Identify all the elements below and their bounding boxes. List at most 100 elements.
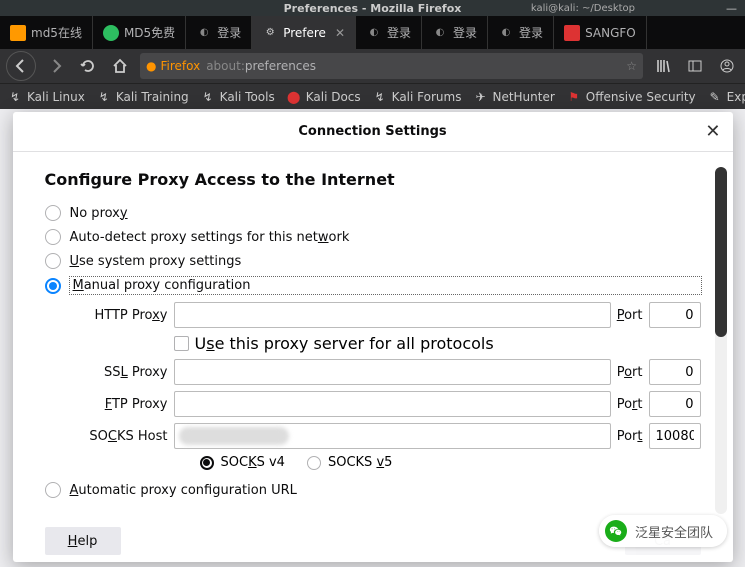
url-text: about:preferences [206, 59, 620, 73]
dragon-icon: ↯ [8, 90, 22, 104]
offsec-icon: ⚑ [567, 90, 581, 104]
favicon-icon: ◐ [432, 25, 448, 41]
favicon-icon [103, 25, 119, 41]
tab-2[interactable]: ◐ 登录 [186, 16, 252, 49]
reload-button[interactable] [76, 54, 100, 78]
gear-icon: ⚙ [262, 25, 278, 41]
bookmark-item[interactable]: ↯Kali Tools [201, 90, 275, 104]
favicon-icon [564, 25, 580, 41]
socks-host-input[interactable] [174, 423, 611, 449]
bookmark-item[interactable]: ↯Kali Training [97, 90, 189, 104]
watermark-text: 泛星安全团队 [635, 522, 713, 541]
favicon-icon: ◐ [498, 25, 514, 41]
wechat-icon [605, 520, 627, 542]
tab-3-active[interactable]: ⚙ Prefere ✕ [252, 16, 356, 49]
tab-0[interactable]: md5在线 [0, 16, 93, 49]
back-button[interactable] [6, 51, 36, 81]
close-icon[interactable]: ✕ [335, 26, 345, 40]
radio-icon[interactable] [200, 456, 214, 470]
profile-icon[interactable] [715, 54, 739, 78]
tab-strip: md5在线 MD5免费 ◐ 登录 ⚙ Prefere ✕ ◐ 登录 ◐ 登录 ◐ 登录 SA… [0, 16, 745, 49]
ssl-proxy-input[interactable] [174, 359, 611, 385]
minimize-icon[interactable]: — [726, 2, 737, 15]
url-bar[interactable]: ● Firefox about:preferences ☆ [140, 53, 643, 79]
connection-settings-dialog: Connection Settings ✕ Configure Proxy Ac… [13, 112, 733, 562]
bookmark-item[interactable]: ⬤Kali Docs [287, 90, 361, 104]
tab-label: 登录 [519, 24, 543, 41]
tab-label: MD5免费 [124, 24, 175, 41]
close-icon[interactable]: ✕ [705, 121, 720, 142]
radio-icon [45, 253, 61, 269]
socks-v5-label: SOCKS v5 [328, 455, 392, 470]
ssl-proxy-label: SSL Proxy [70, 365, 168, 380]
bookmark-star-icon[interactable]: ☆ [626, 59, 637, 73]
kali-icon: ⬤ [287, 90, 301, 104]
scroll-thumb[interactable] [715, 167, 727, 337]
http-proxy-input[interactable] [174, 302, 611, 328]
ftp-proxy-input[interactable] [174, 391, 611, 417]
http-proxy-label: HTTP Proxy [70, 308, 168, 323]
radio-icon [45, 205, 61, 221]
dragon-icon: ↯ [97, 90, 111, 104]
favicon-icon [10, 25, 26, 41]
socks-port-input[interactable] [649, 423, 701, 449]
dialog-heading: Configure Proxy Access to the Internet [45, 170, 701, 189]
tab-label: SANGFO [585, 26, 636, 40]
tab-6[interactable]: ◐ 登录 [488, 16, 554, 49]
dialog-title: Connection Settings [298, 124, 446, 139]
bookmark-item[interactable]: ⚑Offensive Security [567, 90, 696, 104]
dragon-icon: ↯ [201, 90, 215, 104]
radio-icon [45, 278, 61, 294]
http-port-input[interactable] [649, 302, 701, 328]
tab-label: Prefere [283, 26, 326, 40]
radio-system-proxy[interactable]: Use system proxy settings [45, 249, 701, 273]
tab-4[interactable]: ◐ 登录 [356, 16, 422, 49]
exploitdb-icon: ✎ [708, 90, 722, 104]
favicon-icon: ◐ [366, 25, 382, 41]
ftp-proxy-label: FTP Proxy [70, 397, 168, 412]
redacted-value [179, 427, 289, 445]
watermark-badge: 泛星安全团队 [599, 515, 727, 547]
firefox-icon: ● [146, 59, 156, 73]
socks-port-label: Port [617, 429, 643, 444]
tab-label: 登录 [453, 24, 477, 41]
bookmark-item[interactable]: ↯Kali Forums [373, 90, 462, 104]
use-for-all-checkbox[interactable] [174, 336, 189, 351]
radio-icon [45, 229, 61, 245]
radio-icon[interactable] [307, 456, 321, 470]
radio-auto-config-url[interactable]: Automatic proxy configuration URL [45, 478, 701, 502]
tab-1[interactable]: MD5免费 [93, 16, 186, 49]
tab-5[interactable]: ◐ 登录 [422, 16, 488, 49]
radio-manual-proxy[interactable]: Manual proxy configuration [45, 273, 701, 298]
bookmark-item[interactable]: ✎Exploit-DB [708, 90, 745, 104]
identity-label: Firefox [160, 59, 200, 73]
identity-box[interactable]: ● Firefox [146, 59, 200, 73]
use-for-all-label: Use this proxy server for all protocols [195, 334, 494, 353]
tab-7[interactable]: SANGFO [554, 16, 647, 49]
ssl-port-label: Port [617, 365, 643, 380]
bookmark-item[interactable]: ✈NetHunter [473, 90, 554, 104]
sidebar-icon[interactable] [683, 54, 707, 78]
nav-toolbar: ● Firefox about:preferences ☆ [0, 49, 745, 83]
scrollbar[interactable] [715, 167, 727, 514]
socks-v4-label: SOCKS v4 [221, 455, 285, 470]
terminal-hint: kali@kali: ~/Desktop [531, 3, 635, 14]
home-button[interactable] [108, 54, 132, 78]
radio-icon [45, 482, 61, 498]
ssl-port-input[interactable] [649, 359, 701, 385]
socks-host-label: SOCKS Host [70, 429, 168, 444]
help-button[interactable]: Help [45, 527, 121, 555]
dragon-icon: ↯ [373, 90, 387, 104]
tab-label: 登录 [387, 24, 411, 41]
radio-auto-detect[interactable]: Auto-detect proxy settings for this netw… [45, 225, 701, 249]
bookmarks-toolbar: ↯Kali Linux ↯Kali Training ↯Kali Tools ⬤… [0, 83, 745, 109]
radio-no-proxy[interactable]: No proxy [45, 201, 701, 225]
bookmark-item[interactable]: ↯Kali Linux [8, 90, 85, 104]
ftp-port-input[interactable] [649, 391, 701, 417]
library-icon[interactable] [651, 54, 675, 78]
forward-button[interactable] [44, 54, 68, 78]
favicon-icon: ◐ [196, 25, 212, 41]
http-port-label: Port [617, 308, 643, 323]
tab-label: 登录 [217, 24, 241, 41]
dragon-icon: ✈ [473, 90, 487, 104]
